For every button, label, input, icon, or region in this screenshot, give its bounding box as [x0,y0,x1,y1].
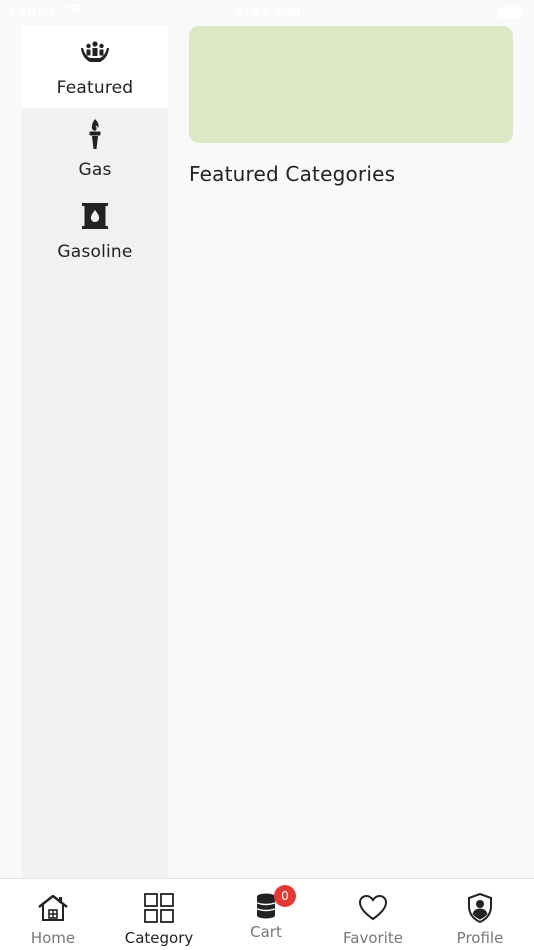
nav-label: Profile [456,929,504,947]
shield-user-icon [467,891,493,925]
sidebar-item-gasoline[interactable]: Gasoline [22,190,168,272]
people-hands-icon [75,34,115,70]
nav-favorite[interactable]: Favorite [320,879,426,950]
sidebar-item-label: Gasoline [57,242,133,262]
status-bar: Carrier 4:47 PM [0,0,534,26]
home-icon [37,891,69,925]
nav-category[interactable]: Category [106,879,212,950]
sidebar-item-label: Featured [56,78,134,98]
sidebar-item-label: Gas [78,160,112,180]
bottom-nav: Home Category 0 Cart Favorite Profile [0,878,534,950]
torch-icon [75,116,115,152]
nav-profile[interactable]: Profile [427,879,533,950]
nav-cart[interactable]: 0 Cart [213,879,319,950]
oil-barrel-icon [75,198,115,234]
sidebar-item-gas[interactable]: Gas [22,108,168,190]
category-sidebar: Featured Gas Gasoline [22,26,168,878]
promo-banner[interactable] [189,26,513,143]
sidebar-item-featured[interactable]: Featured [22,26,168,108]
nav-home[interactable]: Home [0,879,106,950]
grid-icon [143,891,175,925]
nav-label: Home [30,929,76,947]
cart-count-badge: 0 [274,885,296,907]
heart-icon [358,891,388,925]
battery-icon [498,7,522,18]
status-time: 4:47 PM [232,4,302,22]
nav-label: Cart [250,923,282,941]
nav-label: Favorite [343,929,403,947]
cart-barrel-icon: 0 [256,885,296,919]
nav-label: Category [124,929,194,947]
section-title: Featured Categories [189,162,396,186]
